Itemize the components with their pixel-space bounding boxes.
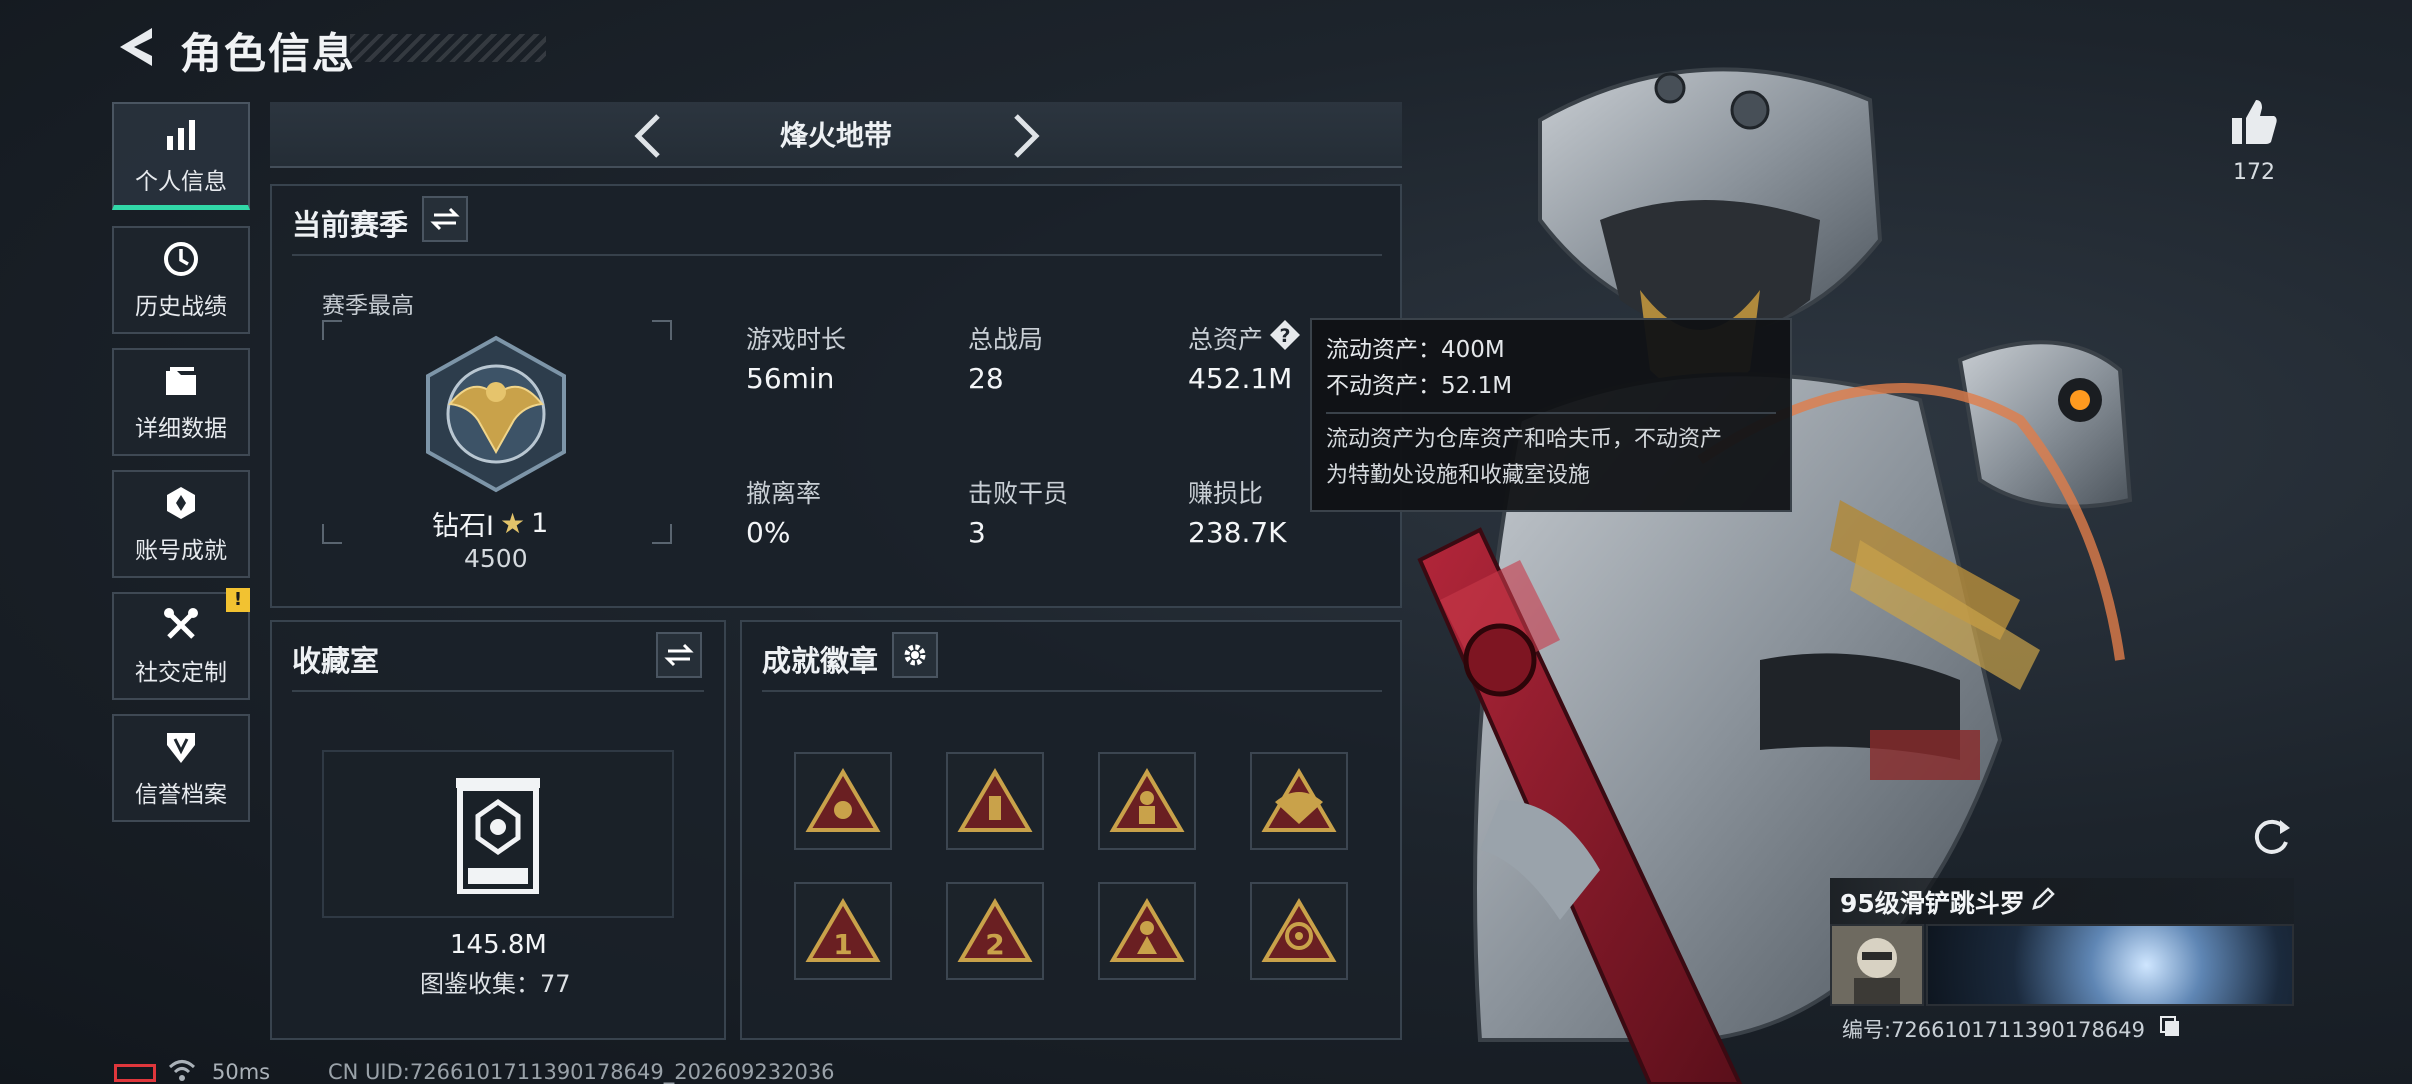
divider: [762, 690, 1382, 692]
collection-title: 收藏室: [292, 644, 380, 678]
badge-emblem-icon: [1261, 768, 1337, 832]
achievement-badge[interactable]: [946, 752, 1044, 850]
player-banner[interactable]: [1926, 924, 2294, 1006]
rank-name: 钻石Ⅰ: [432, 511, 494, 542]
tooltip-divider: [1326, 412, 1776, 414]
ping-value: 50ms: [212, 1060, 271, 1084]
chevron-right-icon[interactable]: [1000, 108, 1050, 164]
sidebar-item-history[interactable]: 历史战绩: [112, 226, 250, 334]
badge-emblem-icon: [1109, 768, 1185, 832]
vault-icon: [456, 778, 540, 894]
diamond-rank-icon: [426, 335, 566, 493]
star-icon: ★: [499, 507, 526, 540]
stat-label-kills: 击败干员: [968, 479, 1069, 508]
tooltip-fixed-assets: 不动资产：52.1M: [1326, 373, 1513, 399]
svg-text:?: ?: [1279, 325, 1290, 347]
badge-emblem-icon: [957, 768, 1033, 832]
swap-icon: [664, 643, 694, 667]
like-count: 172: [2233, 160, 2275, 185]
swap-icon: [430, 207, 460, 231]
assets-tooltip: 流动资产：400M 不动资产：52.1M 流动资产为仓库资产和哈夫币，不动资产 …: [1310, 318, 1792, 512]
sidebar-item-label: 历史战绩: [135, 294, 227, 320]
achievement-badge[interactable]: [1098, 752, 1196, 850]
thumbs-up-icon[interactable]: [2228, 96, 2280, 148]
stat-label-matches: 总战局: [968, 325, 1044, 354]
sidebar-item-personal-info[interactable]: 个人信息: [112, 102, 250, 210]
sidebar-item-label: 社交定制: [135, 660, 227, 686]
stat-label-extract-rate: 撤离率: [746, 479, 822, 508]
rank-score: 4500: [464, 544, 528, 573]
sidebar-item-label: 个人信息: [135, 168, 227, 195]
uid-text: CN UID:7266101711390178649_202609232036: [328, 1060, 835, 1084]
rank-stars: 1: [531, 508, 549, 539]
season-title: 当前赛季: [292, 208, 409, 242]
badge-emblem-icon: [1261, 898, 1337, 962]
stat-value-profit-ratio: 238.7K: [1188, 516, 1287, 549]
player-id: 编号:7266101711390178649: [1842, 1018, 2145, 1042]
sidebar-item-reputation[interactable]: 信誉档案: [112, 714, 250, 822]
achievement-icon: [167, 487, 195, 519]
copy-icon[interactable]: [2158, 1014, 2182, 1038]
tooltip-description-line1: 流动资产为仓库资产和哈夫币，不动资产: [1326, 427, 1723, 452]
achievement-settings-button[interactable]: [892, 632, 938, 678]
achievement-badge[interactable]: [1250, 882, 1348, 980]
svg-text:1: 1: [833, 928, 852, 961]
player-name: 95级滑铲跳斗罗: [1840, 889, 2025, 918]
badge-emblem-icon: [805, 768, 881, 832]
stat-label-playtime: 游戏时长: [746, 325, 847, 354]
tooltip-description-line2: 为特勤处设施和收藏室设施: [1326, 463, 1591, 488]
svg-text:2: 2: [985, 928, 1004, 961]
mode-selector: 烽火地带: [270, 102, 1402, 168]
mode-title: 烽火地带: [779, 119, 892, 152]
achievements-title: 成就徽章: [762, 644, 879, 678]
shield-icon: [167, 733, 195, 763]
player-avatar[interactable]: [1830, 924, 1924, 1006]
battery-icon: [114, 1064, 156, 1082]
season-best-label: 赛季最高: [322, 293, 414, 319]
divider: [292, 254, 1382, 256]
badge-emblem-icon: 2: [957, 898, 1033, 962]
achievement-badge[interactable]: [1098, 882, 1196, 980]
sidebar-item-details[interactable]: 详细数据: [112, 348, 250, 456]
alert-badge: !: [226, 588, 250, 612]
tooltip-liquid-assets: 流动资产：400M: [1326, 337, 1505, 363]
sidebar-item-label: 账号成就: [135, 538, 227, 564]
bar-chart-icon: [167, 119, 195, 150]
page-title: 角色信息: [180, 29, 357, 78]
rank-name-row: 钻石Ⅰ ★ 1: [432, 504, 562, 543]
sidebar-item-achievements[interactable]: 账号成就: [112, 470, 250, 578]
divider: [292, 690, 704, 692]
chevron-left-icon[interactable]: [624, 108, 674, 164]
collection-count: 图鉴收集：77: [420, 970, 571, 998]
gear-icon: [904, 644, 926, 666]
tools-icon: [164, 608, 198, 639]
achievement-badge[interactable]: [794, 752, 892, 850]
refresh-icon[interactable]: [2246, 812, 2296, 862]
badge-emblem-icon: [1109, 898, 1185, 962]
stat-value-extract-rate: 0%: [746, 516, 791, 549]
avatar-portrait-icon: [1854, 938, 1900, 1004]
stat-label-profit-ratio: 赚损比: [1188, 479, 1264, 508]
stat-value-kills: 3: [968, 516, 986, 549]
achievement-badge[interactable]: 1: [794, 882, 892, 980]
edit-icon[interactable]: [2030, 886, 2056, 912]
sidebar-item-label: 详细数据: [135, 416, 227, 442]
sidebar-item-label: 信誉档案: [135, 782, 227, 808]
stat-value-assets: 452.1M: [1188, 362, 1293, 395]
collection-value: 145.8M: [450, 930, 547, 960]
switch-season-button[interactable]: [422, 196, 468, 242]
badge-emblem-icon: 1: [805, 898, 881, 962]
achievement-badge[interactable]: 2: [946, 882, 1044, 980]
wifi-icon: [168, 1060, 196, 1081]
stat-value-playtime: 56min: [746, 362, 835, 395]
help-icon[interactable]: ?: [1268, 318, 1302, 352]
achievement-badge[interactable]: [1250, 752, 1348, 850]
back-arrow-icon[interactable]: [112, 22, 162, 72]
clock-icon: [164, 242, 198, 276]
stat-label-assets: 总资产: [1188, 325, 1264, 354]
title-decoration: [350, 34, 546, 62]
switch-collection-button[interactable]: [656, 632, 702, 678]
stat-value-matches: 28: [968, 362, 1004, 395]
folder-icon: [166, 367, 196, 395]
